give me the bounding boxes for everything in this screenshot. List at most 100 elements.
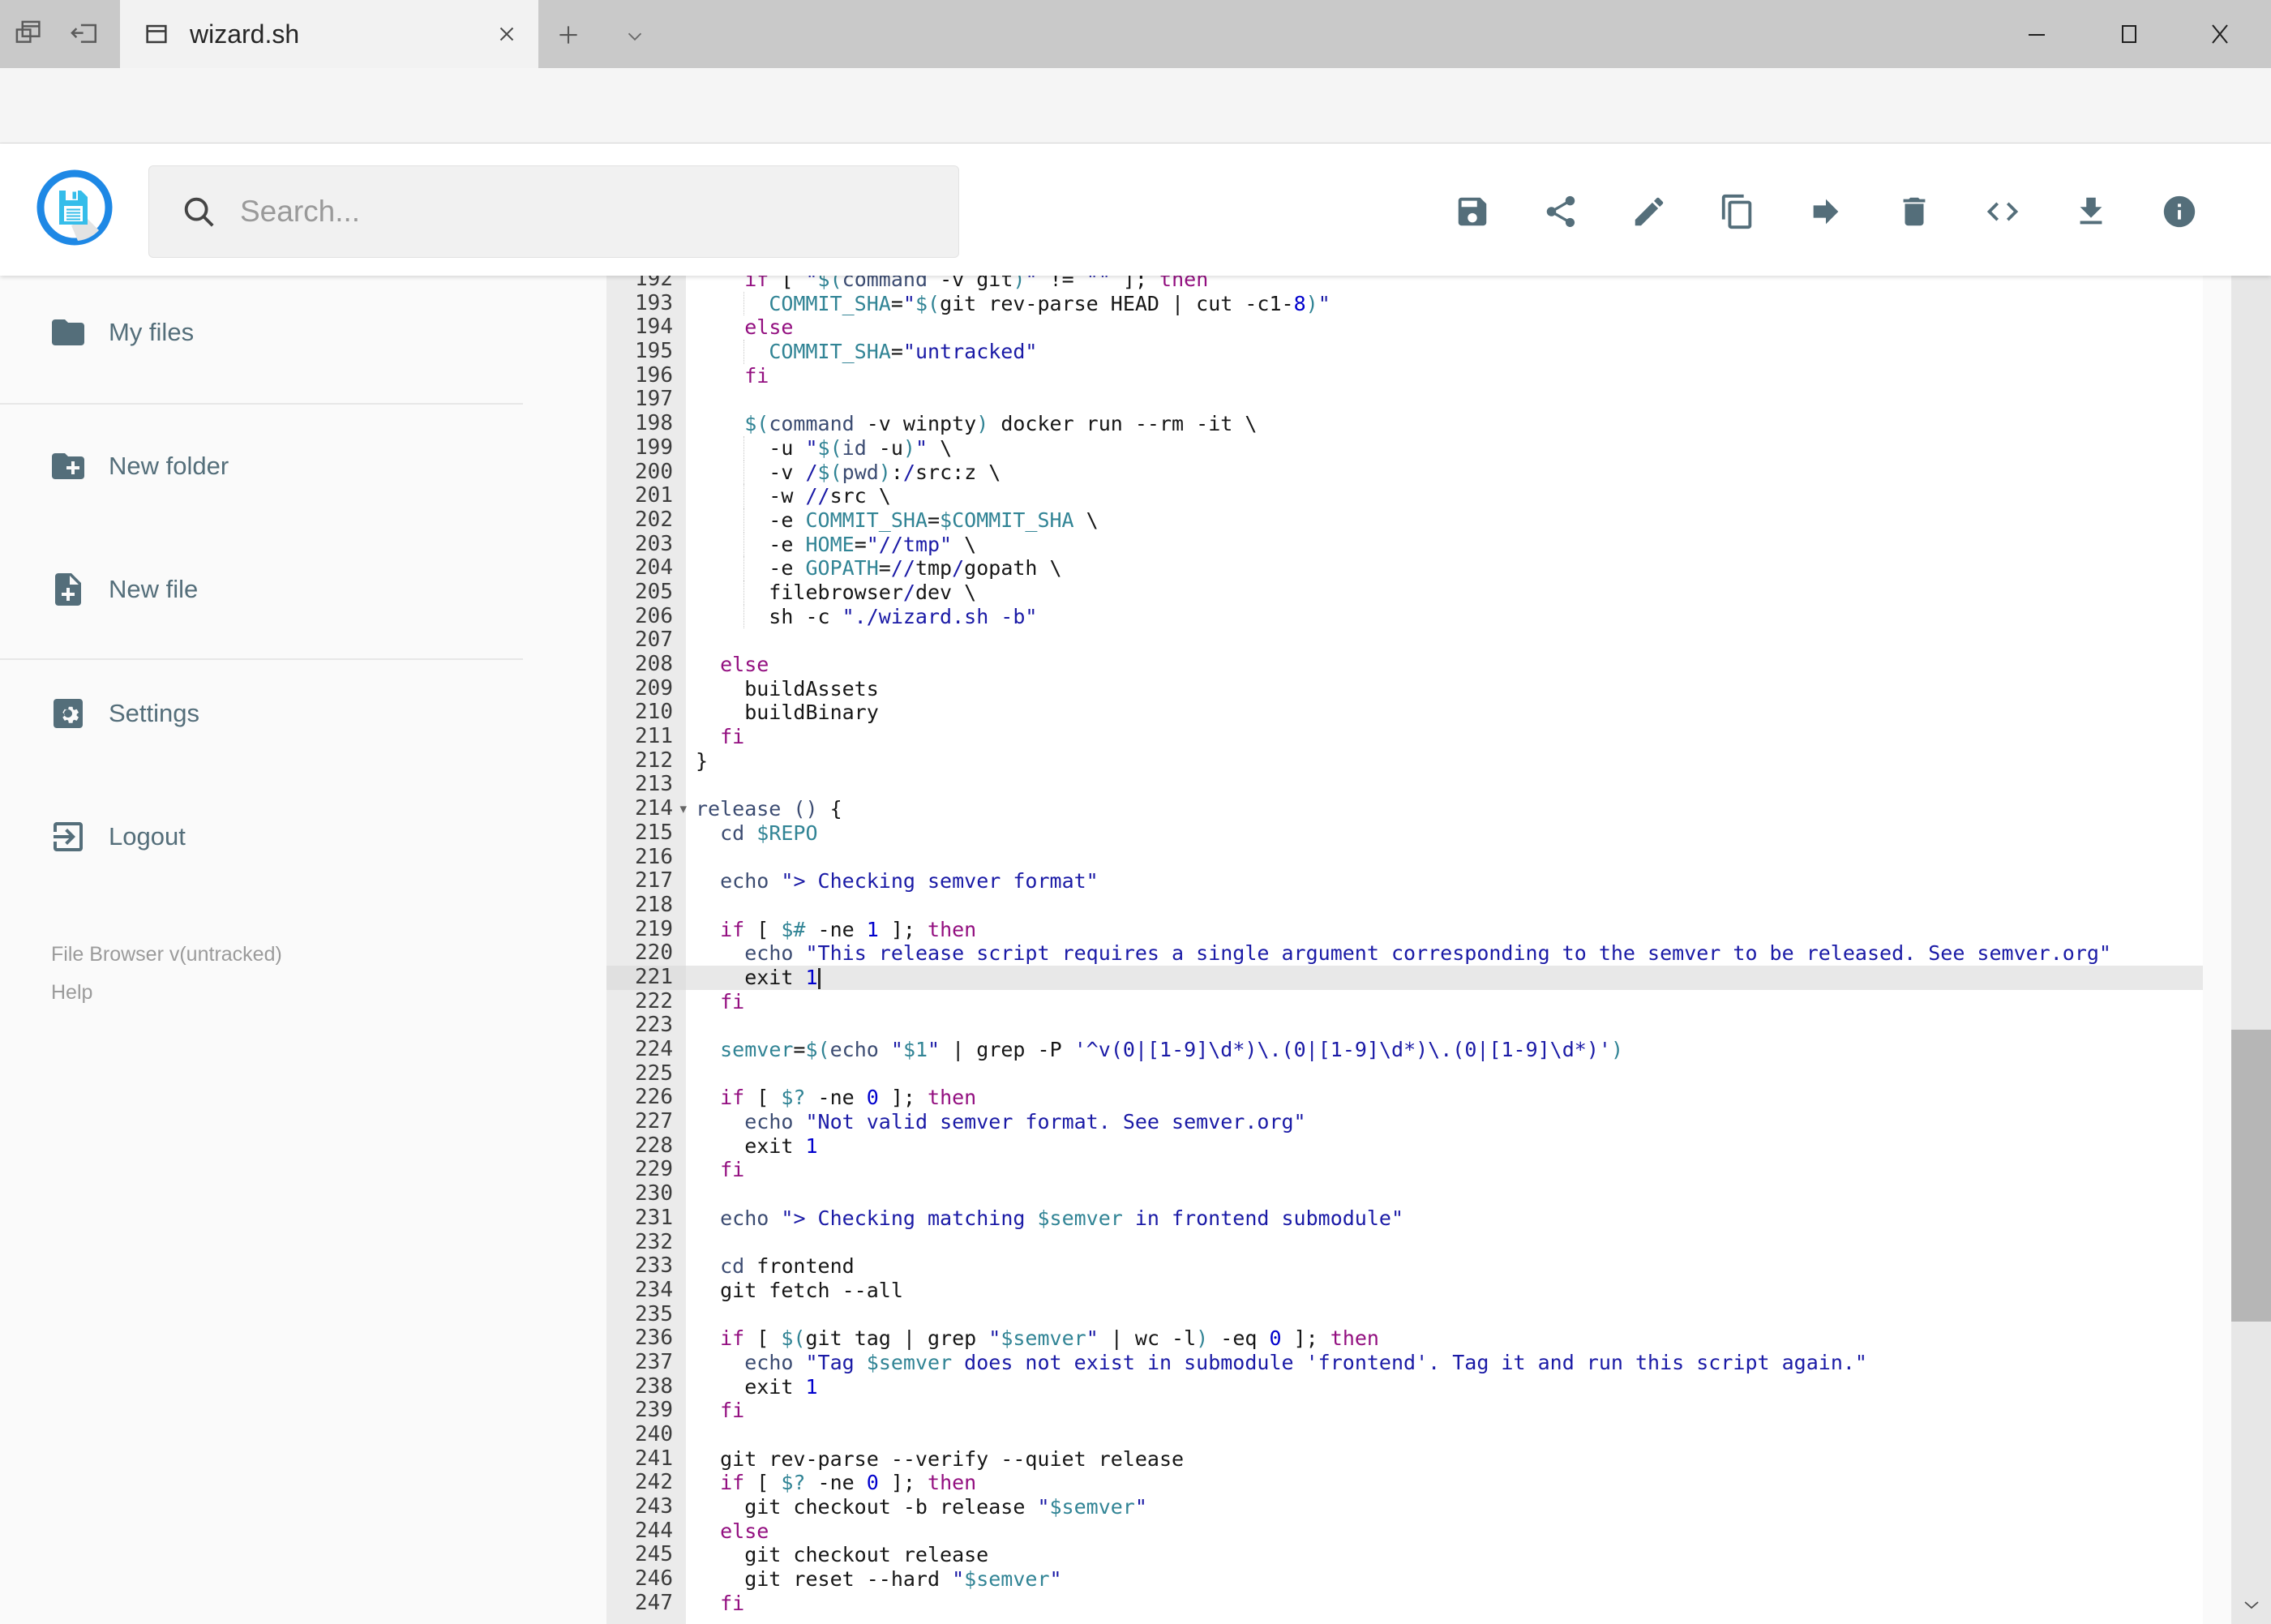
code-line[interactable]: 214 ▾ release () { — [606, 796, 2203, 821]
line-number[interactable]: 199 — [606, 435, 686, 461]
code-text[interactable]: echo "> Checking semver format" — [686, 869, 2203, 893]
code-line[interactable]: 231 echo "> Checking matching $semver in… — [606, 1206, 2203, 1231]
code-text[interactable]: fi — [686, 725, 2203, 749]
code-text[interactable]: -u "$(id -u)" \ — [686, 435, 2203, 461]
code-line[interactable]: 246 git reset --hard "$semver" — [606, 1566, 2203, 1592]
code-line[interactable]: 207 — [606, 628, 2203, 653]
code-text[interactable]: release () { — [686, 797, 2203, 821]
line-number[interactable]: 235 — [606, 1302, 686, 1327]
info-button[interactable] — [2161, 193, 2198, 230]
code-text[interactable]: else — [686, 315, 2203, 340]
line-number[interactable]: 215 — [606, 821, 686, 846]
save-button[interactable] — [1454, 193, 1491, 230]
code-line[interactable]: 197 — [606, 388, 2203, 412]
code-text[interactable]: } — [686, 749, 2203, 773]
code-text[interactable]: if [ $(git tag | grep "$semver" | wc -l)… — [686, 1326, 2203, 1351]
line-number[interactable]: 216 — [606, 845, 686, 870]
code-text[interactable] — [686, 1303, 2203, 1327]
line-number[interactable]: 232 — [606, 1230, 686, 1255]
line-number[interactable]: 210 — [606, 701, 686, 725]
line-number[interactable]: 247 — [606, 1591, 686, 1616]
copy-button[interactable] — [1719, 193, 1756, 230]
line-number[interactable]: 206 — [606, 604, 686, 629]
line-number[interactable]: 238 — [606, 1374, 686, 1399]
line-number[interactable]: 223 — [606, 1013, 686, 1038]
edit-button[interactable] — [1630, 193, 1668, 230]
line-number[interactable]: 239 — [606, 1399, 686, 1423]
code-text[interactable]: buildAssets — [686, 677, 2203, 701]
code-text[interactable]: exit 1 — [686, 1134, 2203, 1159]
line-number[interactable]: 217 — [606, 868, 686, 893]
code-text[interactable]: buildBinary — [686, 701, 2203, 725]
line-number[interactable]: 226 — [606, 1086, 686, 1110]
line-number[interactable]: 221 — [606, 965, 686, 990]
code-line[interactable]: 202 -e COMMIT_SHA=$COMMIT_SHA \ — [606, 508, 2203, 533]
line-number[interactable]: 228 — [606, 1133, 686, 1159]
help-link[interactable]: Help — [51, 981, 92, 1005]
move-button[interactable] — [1807, 193, 1845, 230]
code-line[interactable]: 245 git checkout release — [606, 1543, 2203, 1567]
code-line[interactable]: 215 cd $REPO — [606, 821, 2203, 846]
code-text[interactable]: git checkout -b release "$semver" — [686, 1495, 2203, 1519]
line-number[interactable]: 211 — [606, 724, 686, 749]
code-text[interactable]: echo "> Checking matching $semver in fro… — [686, 1206, 2203, 1231]
tab-previews-icon[interactable] — [11, 16, 47, 52]
window-minimize-button[interactable] — [2017, 21, 2056, 47]
code-text[interactable]: sh -c "./wizard.sh -b" — [686, 604, 2203, 629]
line-number[interactable]: 192 — [606, 276, 686, 292]
browser-tab[interactable]: wizard.sh — [120, 0, 538, 68]
window-close-button[interactable] — [2200, 21, 2239, 47]
code-text[interactable]: git rev-parse --verify --quiet release — [686, 1447, 2203, 1472]
line-number[interactable]: 236 — [606, 1326, 686, 1351]
code-line[interactable]: 232 — [606, 1230, 2203, 1255]
line-number[interactable]: 244 — [606, 1519, 686, 1544]
code-line[interactable]: 239 fi — [606, 1399, 2203, 1423]
code-text[interactable]: exit 1 — [686, 966, 2203, 990]
code-line[interactable]: 213 — [606, 773, 2203, 797]
line-number[interactable]: 233 — [606, 1253, 686, 1279]
line-number[interactable]: 193 — [606, 291, 686, 316]
code-text[interactable]: cd frontend — [686, 1254, 2203, 1279]
line-number[interactable]: 214 ▾ — [606, 796, 687, 821]
code-text[interactable] — [686, 628, 2203, 653]
sidebar-item-logout[interactable]: Logout — [49, 815, 186, 859]
line-number[interactable]: 246 — [606, 1566, 686, 1592]
code-line[interactable]: 217 echo "> Checking semver format" — [606, 868, 2203, 893]
scrollbar-thumb[interactable] — [2231, 1030, 2271, 1322]
line-number[interactable]: 204 — [606, 556, 686, 581]
code-line[interactable]: 219 if [ $# -ne 1 ]; then — [606, 917, 2203, 942]
code-text[interactable] — [686, 893, 2203, 918]
code-text[interactable]: fi — [686, 1592, 2203, 1616]
code-text[interactable] — [686, 1062, 2203, 1086]
code-text[interactable]: echo "Not valid semver format. See semve… — [686, 1110, 2203, 1134]
code-text[interactable]: exit 1 — [686, 1375, 2203, 1399]
code-text[interactable]: git reset --hard "$semver" — [686, 1567, 2203, 1592]
line-number[interactable]: 195 — [606, 339, 686, 364]
code-line[interactable]: 240 — [606, 1422, 2203, 1447]
line-number[interactable]: 241 — [606, 1446, 686, 1472]
code-line[interactable]: 192 if [ "$(command -v git)" != "" ]; th… — [606, 276, 2203, 292]
line-number[interactable]: 202 — [606, 508, 686, 533]
code-text[interactable]: else — [686, 1519, 2203, 1544]
sidebar-item-settings[interactable]: Settings — [49, 692, 199, 735]
code-text[interactable]: $(command -v winpty) docker run --rm -it… — [686, 412, 2203, 436]
code-line[interactable]: 228 exit 1 — [606, 1133, 2203, 1159]
code-text[interactable]: COMMIT_SHA="untracked" — [686, 340, 2203, 364]
code-text[interactable]: -e COMMIT_SHA=$COMMIT_SHA \ — [686, 508, 2203, 533]
line-number[interactable]: 197 — [606, 388, 686, 412]
code-line[interactable]: 233 cd frontend — [606, 1253, 2203, 1279]
line-number[interactable]: 213 — [606, 773, 686, 797]
code-text[interactable] — [686, 1182, 2203, 1206]
delete-button[interactable] — [1896, 193, 1933, 230]
search-input[interactable] — [240, 195, 958, 229]
line-number[interactable]: 245 — [606, 1543, 686, 1567]
code-line[interactable]: 205 filebrowser/dev \ — [606, 580, 2203, 605]
code-text[interactable]: -e GOPATH=//tmp/gopath \ — [686, 556, 2203, 581]
code-line[interactable]: 236 if [ $(git tag | grep "$semver" | wc… — [606, 1326, 2203, 1351]
code-text[interactable]: semver=$(echo "$1" | grep -P '^v(0|[1-9]… — [686, 1038, 2203, 1062]
code-line[interactable]: 238 exit 1 — [606, 1374, 2203, 1399]
sidebar-item-new-file[interactable]: New file — [49, 568, 198, 611]
code-text[interactable]: fi — [686, 1158, 2203, 1182]
code-text[interactable]: fi — [686, 364, 2203, 388]
code-line[interactable]: 243 git checkout -b release "$semver" — [606, 1494, 2203, 1519]
